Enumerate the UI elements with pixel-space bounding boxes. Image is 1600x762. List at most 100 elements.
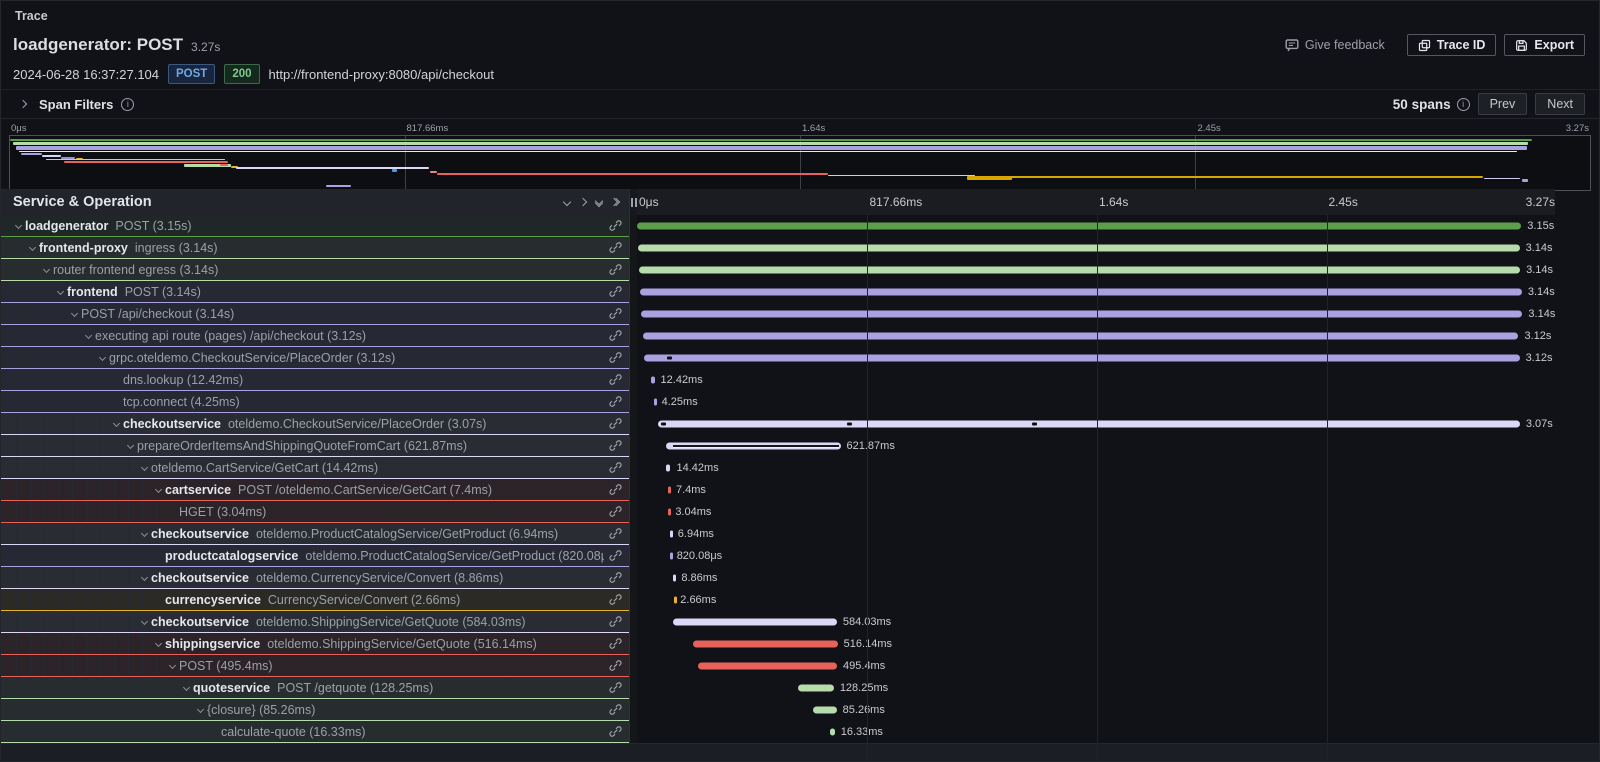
span-timeline-cell[interactable]: 85.26ms [637,699,1555,721]
span-duration-bar[interactable] [693,641,838,648]
span-timeline-cell[interactable]: 12.42ms [637,369,1555,391]
span-timeline-cell[interactable]: 3.07s [637,413,1555,435]
span-row[interactable]: POST /api/checkout (3.14s)3.14s [1,303,1599,325]
span-filters-expand-chevron[interactable] [15,96,31,112]
span-duration-bar[interactable] [644,355,1520,362]
span-name-cell[interactable]: router frontend egress (3.14s) [1,259,629,281]
span-duration-bar[interactable] [674,597,677,604]
span-name-cell[interactable]: HGET (3.04ms) [1,501,629,523]
span-duration-bar[interactable] [640,289,1521,296]
span-timeline-cell[interactable]: 3.12s [637,347,1555,369]
span-link-icon[interactable] [604,523,626,544]
span-row[interactable]: cartservicePOST /oteldemo.CartService/Ge… [1,479,1599,501]
row-collapse-chevron[interactable] [109,421,123,426]
span-name-cell[interactable]: currencyserviceCurrencyService/Convert (… [1,589,629,611]
span-link-icon[interactable] [604,413,626,434]
span-row[interactable]: POST (495.4ms) 495.4ms [1,655,1599,677]
span-link-icon[interactable] [604,545,626,566]
row-collapse-chevron[interactable] [25,245,39,250]
span-duration-bar[interactable] [638,245,1519,252]
span-timeline-cell[interactable]: 3.14s [637,281,1555,303]
span-name-cell[interactable]: checkoutserviceoteldemo.ProductCatalogSe… [1,523,629,545]
span-link-icon[interactable] [604,721,626,742]
row-collapse-chevron[interactable] [165,663,179,668]
span-row[interactable]: router frontend egress (3.14s)3.14s [1,259,1599,281]
minimap-canvas[interactable] [9,135,1591,191]
span-duration-bar[interactable] [830,729,835,736]
span-link-icon[interactable] [604,611,626,632]
span-timeline-cell[interactable]: 7.4ms [637,479,1555,501]
span-name-cell[interactable]: executing api route (pages) /api/checkou… [1,325,629,347]
trace-id-button[interactable]: Trace ID [1407,34,1497,56]
span-name-cell[interactable]: loadgeneratorPOST (3.15s) [1,215,629,237]
span-link-icon[interactable] [604,699,626,720]
span-name-cell[interactable]: cartservicePOST /oteldemo.CartService/Ge… [1,479,629,501]
span-row[interactable]: checkoutserviceoteldemo.ProductCatalogSe… [1,523,1599,545]
span-duration-bar[interactable] [639,267,1520,274]
span-timeline-cell[interactable]: 8.86ms [637,567,1555,589]
span-row[interactable]: oteldemo.CartService/GetCart (14.42ms) 14… [1,457,1599,479]
span-duration-bar[interactable] [668,509,671,516]
span-row[interactable]: checkoutserviceoteldemo.CurrencyService/… [1,567,1599,589]
span-link-icon[interactable] [604,259,626,280]
span-link-icon[interactable] [604,281,626,302]
span-name-cell[interactable]: dns.lookup (12.42ms) [1,369,629,391]
span-name-cell[interactable]: oteldemo.CartService/GetCart (14.42ms) [1,457,629,479]
span-link-icon[interactable] [604,655,626,676]
span-name-cell[interactable]: productcatalogserviceoteldemo.ProductCat… [1,545,629,567]
span-filters-info-icon[interactable] [121,98,134,111]
row-collapse-chevron[interactable] [137,465,151,470]
row-collapse-chevron[interactable] [123,443,137,448]
span-name-cell[interactable]: POST (495.4ms) [1,655,629,677]
span-timeline-cell[interactable]: 621.87ms [637,435,1555,457]
row-collapse-chevron[interactable] [53,289,67,294]
span-timeline-cell[interactable]: 584.03ms [637,611,1555,633]
span-link-icon[interactable] [604,369,626,390]
span-row[interactable]: checkoutserviceoteldemo.ShippingService/… [1,611,1599,633]
expand-all-icon[interactable] [607,194,623,210]
span-row[interactable]: quoteservicePOST /getquote (128.25ms)128… [1,677,1599,699]
span-row[interactable]: {closure} (85.26ms)85.26ms [1,699,1599,721]
span-link-icon[interactable] [604,325,626,346]
span-link-icon[interactable] [604,567,626,588]
span-row[interactable]: dns.lookup (12.42ms) 12.42ms [1,369,1599,391]
span-link-icon[interactable] [604,347,626,368]
span-count-info-icon[interactable] [1457,98,1470,111]
row-collapse-chevron[interactable] [151,641,165,646]
span-timeline-cell[interactable]: 16.33ms [637,721,1555,743]
span-duration-bar[interactable] [670,531,673,538]
span-timeline-cell[interactable]: 820.08μs [637,545,1555,567]
span-link-icon[interactable] [604,215,626,236]
span-duration-bar[interactable] [654,399,657,406]
span-row[interactable]: prepareOrderItemsAndShippingQuoteFromCar… [1,435,1599,457]
span-link-icon[interactable] [604,677,626,698]
span-duration-bar[interactable] [798,685,834,692]
span-name-cell[interactable]: frontendPOST (3.14s) [1,281,629,303]
span-row[interactable]: checkoutserviceoteldemo.CheckoutService/… [1,413,1599,435]
span-row[interactable]: frontendPOST (3.14s) 3.14s [1,281,1599,303]
span-timeline-cell[interactable]: 3.15s [637,215,1555,237]
row-collapse-chevron[interactable] [11,223,25,228]
span-row[interactable]: HGET (3.04ms)3.04ms [1,501,1599,523]
span-name-cell[interactable]: calculate-quote (16.33ms) [1,721,629,743]
span-timeline-cell[interactable]: 14.42ms [637,457,1555,479]
span-link-icon[interactable] [604,237,626,258]
span-duration-bar[interactable] [673,575,676,582]
span-duration-bar[interactable] [666,443,841,450]
span-name-cell[interactable]: checkoutserviceoteldemo.ShippingService/… [1,611,629,633]
span-timeline-cell[interactable]: 3.14s [637,237,1555,259]
span-name-cell[interactable]: prepareOrderItemsAndShippingQuoteFromCar… [1,435,629,457]
span-row[interactable]: shippingserviceoteldemo.ShippingService/… [1,633,1599,655]
collapse-one-icon[interactable] [559,194,575,210]
span-duration-bar[interactable] [641,311,1522,318]
span-link-icon[interactable] [604,391,626,412]
span-timeline-cell[interactable]: 495.4ms [637,655,1555,677]
span-link-icon[interactable] [604,589,626,610]
span-timeline-cell[interactable]: 3.14s [637,303,1555,325]
row-collapse-chevron[interactable] [137,619,151,624]
span-timeline-cell[interactable]: 6.94ms [637,523,1555,545]
span-timeline-cell[interactable]: 2.66ms [637,589,1555,611]
span-duration-bar[interactable] [673,619,837,626]
span-timeline-cell[interactable]: 3.12s [637,325,1555,347]
span-name-cell[interactable]: quoteservicePOST /getquote (128.25ms) [1,677,629,699]
